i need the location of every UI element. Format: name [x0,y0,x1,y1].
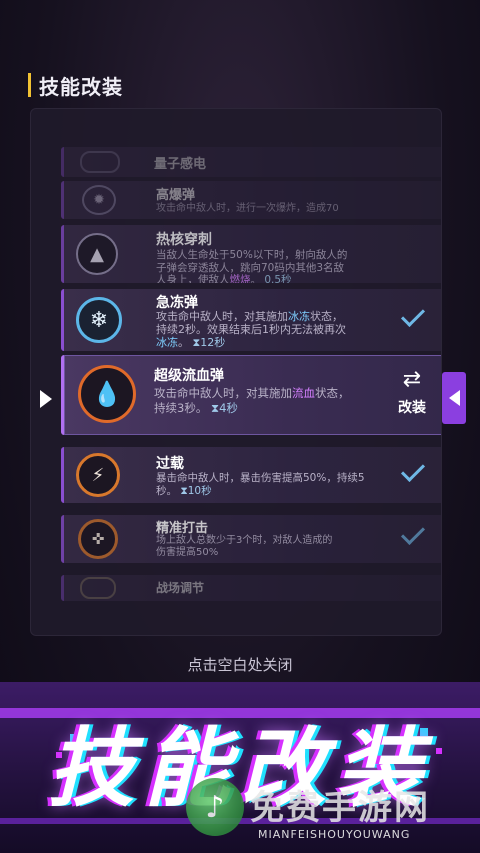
skill-desc-line3: 冰冻。 ⧗12秒 [156,336,226,349]
hourglass-icon: ⧗ [180,485,188,497]
overload-skill-icon: ⚡ [76,453,120,497]
collapse-button[interactable] [442,372,466,424]
pierce-skill-icon: ▲ [76,233,118,275]
section-header: 技能改装 [28,70,123,100]
skill-item-thermal-pierce[interactable]: ▲ 热核穿刺 当敌人生命处于50%以下时，射向敌人的 子弹会穿透敌人，跳向70码… [61,225,441,283]
cooldown-value: 12秒 [200,336,226,349]
skill-desc-line3: 人身上，使敌人燃烧。 0.5秒 [156,273,292,283]
bleed-skill-icon: 💧 [78,365,136,423]
hourglass-icon: ⧗ [210,401,220,415]
equipped-check-icon [400,457,426,483]
cooldown-value: 4秒 [219,401,238,415]
close-hint[interactable]: 点击空白处关闭 [0,654,480,675]
swap-arrows-icon: ⇄ [402,367,422,392]
quantum-skill-icon [80,151,120,173]
site-logo-icon: ♪ [186,778,244,836]
prev-arrow-icon[interactable] [40,390,52,408]
section-title: 技能改装 [39,74,123,99]
skill-name: 战场调节 [156,581,205,595]
equipped-check-icon [400,302,426,328]
skill-desc: 攻击命中敌人时，进行一次爆炸，造成70 [156,203,339,214]
skill-name: 量子感电 [154,157,207,172]
skill-desc-line2: 持续3秒。 ⧗4秒 [154,401,238,415]
explosion-skill-icon: ✹ [82,185,116,215]
modify-button[interactable]: ⇄ 改装 [386,367,438,423]
skill-item-overload[interactable]: ⚡ 过载 暴击命中敌人时，暴击伤害提高50%，持续5 秒。 ⧗10秒 [61,447,441,503]
battlefield-skill-icon [80,577,116,599]
skill-desc-line2: 伤害提高50% [156,547,219,558]
skill-item-high-explosive[interactable]: ✹ 高爆弹 攻击命中敌人时，进行一次爆炸，造成70 [61,181,441,219]
skill-name: 超级流血弹 [154,368,224,384]
title-accent-bar [28,73,31,97]
watermark-url: MIANFEISHOUYOUWANG [258,828,411,841]
skill-desc-line2: 秒。 ⧗10秒 [156,485,212,497]
skill-item-frost-bullet[interactable]: ❄ 急冻弹 攻击命中敌人时，对其施加冰冻状态， 持续2秒。效果结束后1秒内无法被… [61,289,441,351]
skill-item-quantum[interactable]: 量子感电 [61,147,441,177]
cooldown-value: 10秒 [187,485,212,497]
skill-item-battlefield[interactable]: 战场调节 [61,575,441,601]
skill-name: 高爆弹 [156,188,196,203]
watermark-name: 免费手游网 [250,788,430,828]
skill-list-panel[interactable]: 量子感电 ✹ 高爆弹 攻击命中敌人时，进行一次爆炸，造成70 ▲ 热核穿刺 当敌… [30,108,442,636]
cooldown-value: 0.5秒 [264,274,292,283]
skill-item-precision-strike[interactable]: ✜ 精准打击 场上敌人总数少于3个时，对敌人造成的 伤害提高50% [61,515,441,563]
site-watermark: ♪ 免费手游网 MIANFEISHOUYOUWANG [186,778,466,848]
skill-name: 热核穿刺 [156,232,212,248]
skill-item-super-bleed[interactable]: 💧 超级流血弹 攻击命中敌人时，对其施加流血状态， 持续3秒。 ⧗4秒 ⇄ 改装 [61,355,441,435]
collapse-arrow-icon [448,390,460,406]
equipped-check-icon [400,520,426,546]
skill-name: 急冻弹 [156,295,198,311]
skill-desc-line1: 攻击命中敌人时，对其施加流血状态， [154,386,350,400]
frost-skill-icon: ❄ [76,297,122,343]
modify-label: 改装 [398,400,426,416]
precision-skill-icon: ✜ [78,519,118,559]
skill-name: 过载 [156,456,184,472]
